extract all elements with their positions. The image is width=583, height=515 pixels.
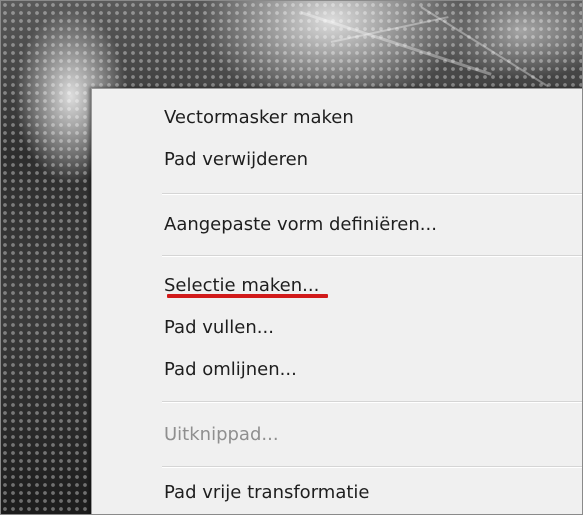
context-menu: Vectormasker maken Pad verwijderen Aange…: [91, 88, 582, 514]
red-annotation-underline: [167, 294, 328, 298]
menu-item-pad-omlijnen[interactable]: Pad omlijnen...: [142, 351, 582, 389]
menu-separator: [162, 466, 582, 468]
menu-separator: [162, 193, 582, 195]
menu-item-pad-verwijderen[interactable]: Pad verwijderen: [142, 141, 582, 179]
menu-item-pad-vullen[interactable]: Pad vullen...: [142, 309, 582, 347]
menu-item-uitknippad[interactable]: Uitknippad...: [142, 416, 582, 454]
menu-item-pad-vrije-transformatie[interactable]: Pad vrije transformatie: [142, 474, 582, 512]
menu-item-vectormasker-maken[interactable]: Vectormasker maken: [142, 99, 582, 137]
menu-item-selectie-maken[interactable]: Selectie maken...: [142, 267, 582, 305]
menu-icon-gutter: [92, 89, 142, 514]
menu-separator: [162, 255, 582, 257]
menu-item-aangepaste-vorm-definieren[interactable]: Aangepaste vorm definiëren...: [142, 206, 582, 244]
screenshot-frame: Vectormasker maken Pad verwijderen Aange…: [0, 0, 583, 515]
menu-separator: [162, 401, 582, 403]
